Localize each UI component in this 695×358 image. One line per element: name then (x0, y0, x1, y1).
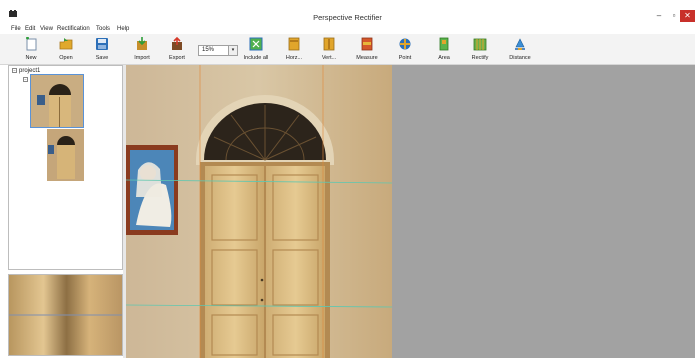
point-button[interactable]: Point (393, 34, 417, 65)
import-button[interactable]: Import (130, 34, 154, 65)
vert-button[interactable]: Vert... (317, 34, 341, 65)
door-photo-thumbnail (31, 75, 83, 127)
vertical-book-icon (323, 37, 335, 51)
menu-edit[interactable]: Edit (25, 26, 35, 32)
horz-button[interactable]: Horz... (282, 34, 306, 65)
point-label: Point (398, 55, 412, 61)
maximize-button[interactable]: ▫ (668, 10, 680, 22)
thumbnail-image-1[interactable] (30, 74, 84, 128)
vert-label: Vert... (321, 55, 337, 61)
project-tree-panel: − project1 − (8, 65, 123, 270)
minimize-button[interactable]: – (653, 10, 665, 22)
distance-button[interactable]: Distance (508, 34, 532, 65)
window-title: Perspective Rectifier (313, 13, 382, 22)
chevron-down-icon[interactable]: ▾ (228, 46, 237, 55)
menu-file[interactable]: File (11, 26, 21, 32)
distance-icon (515, 38, 525, 50)
include-all-icon (249, 37, 263, 51)
rectify-label: Rectify (471, 55, 489, 61)
open-button[interactable]: Open (54, 34, 78, 65)
open-label: Open (59, 55, 73, 61)
export-button[interactable]: Export (165, 34, 189, 65)
horizontal-book-icon (288, 37, 300, 51)
save-button[interactable]: Save (90, 34, 114, 65)
distance-label: Distance (509, 55, 531, 61)
rectify-icon (473, 38, 487, 51)
area-button[interactable]: Area (432, 34, 456, 65)
save-label: Save (95, 55, 109, 61)
menu-rectification[interactable]: Rectification (57, 26, 90, 32)
zoom-value: 15% (202, 47, 215, 53)
menu-help[interactable]: Help (117, 26, 129, 32)
preview-image (9, 275, 122, 355)
save-disk-icon (96, 38, 108, 50)
import-label: Import (134, 55, 150, 61)
collapse-icon[interactable]: − (12, 68, 17, 73)
door-photo-thumbnail-2 (47, 129, 84, 181)
import-icon (137, 37, 147, 50)
new-document-icon (26, 37, 37, 51)
title-bar: Perspective Rectifier – ▫ ✕ (0, 0, 695, 24)
image-canvas[interactable] (126, 65, 392, 358)
new-button[interactable]: New (19, 34, 43, 65)
include-all-label: Include all (243, 55, 269, 61)
new-label: New (25, 55, 37, 61)
subtree-collapse-icon[interactable]: − (23, 77, 28, 82)
area-label: Area (438, 55, 450, 61)
export-icon (172, 37, 182, 50)
close-button[interactable]: ✕ (680, 10, 695, 22)
menu-view[interactable]: View (40, 26, 53, 32)
open-folder-icon (59, 38, 73, 50)
menu-tools[interactable]: Tools (96, 26, 110, 32)
rectify-button[interactable]: Rectify (468, 34, 492, 65)
measure-label: Measure (356, 55, 378, 61)
measure-button[interactable]: Measure (355, 34, 379, 65)
workspace-background (392, 65, 695, 358)
thumbnail-image-2[interactable] (47, 129, 84, 181)
toolbar: New Open Save Import Export Include all … (0, 34, 695, 65)
include-all-button[interactable]: Include all (244, 34, 268, 65)
zoom-preview-panel (8, 274, 123, 356)
area-icon (439, 37, 449, 51)
menu-bar: File Edit View Rectification Tools Help (0, 24, 695, 34)
measure-icon (361, 37, 373, 51)
door-photo (126, 65, 392, 358)
zoom-select[interactable]: 15% ▾ (198, 45, 238, 56)
point-icon (399, 38, 411, 50)
horz-label: Horz... (285, 55, 303, 61)
export-label: Export (169, 55, 185, 61)
